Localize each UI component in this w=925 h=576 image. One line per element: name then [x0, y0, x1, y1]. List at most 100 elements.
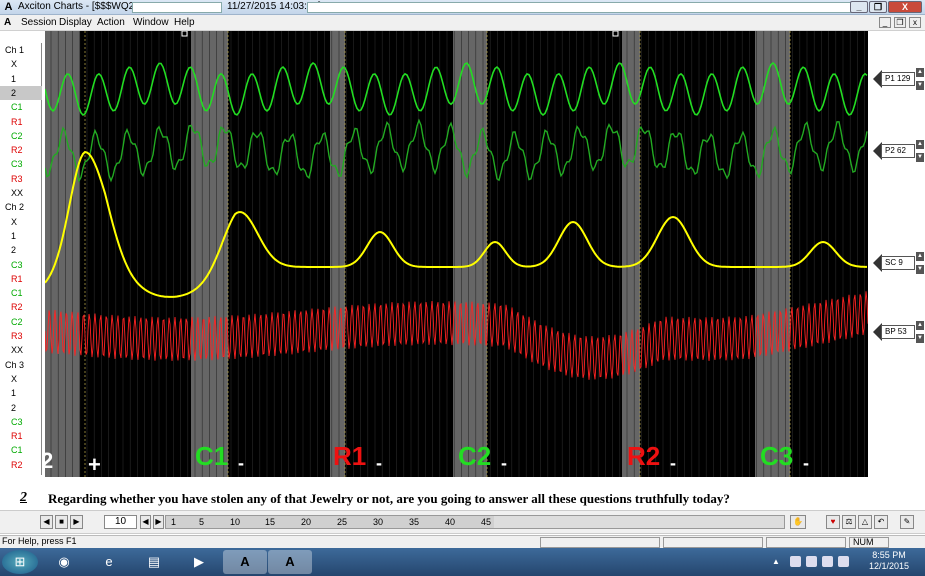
menu-help[interactable]: Help — [174, 17, 195, 28]
channel-item[interactable]: R3 — [0, 172, 42, 186]
down-arrow-icon[interactable]: ▼ — [916, 153, 924, 162]
channel-item[interactable]: 1 — [0, 229, 42, 243]
up-arrow-icon[interactable]: ▲ — [916, 321, 924, 330]
axciton-taskbar-button-2[interactable]: A — [268, 550, 312, 574]
balance-icon[interactable]: ⚖ — [842, 515, 856, 529]
answer-label: - — [238, 453, 244, 473]
menu-window[interactable]: Window — [133, 17, 169, 28]
channel-item[interactable]: C3 — [0, 157, 42, 171]
channel-item[interactable]: R1 — [0, 115, 42, 129]
channel-item[interactable]: X — [0, 57, 42, 71]
answer-label: - — [376, 453, 382, 473]
tray-volume-icon[interactable] — [806, 556, 817, 567]
channel-item[interactable]: C2 — [0, 129, 42, 143]
down-arrow-icon[interactable]: ▼ — [916, 81, 924, 90]
tray-flag-icon[interactable] — [822, 556, 833, 567]
restore-button[interactable]: ❐ — [869, 1, 887, 13]
channel-item[interactable]: R2 — [0, 300, 42, 314]
channel-item[interactable]: C1 — [0, 286, 42, 300]
zoom-down-button[interactable]: ◀ — [140, 515, 151, 529]
channel-item[interactable]: X — [0, 372, 42, 386]
triangle-icon[interactable]: △ — [858, 515, 872, 529]
timeline-tick: 5 — [199, 517, 205, 527]
channel-item[interactable]: R2 — [0, 143, 42, 157]
chrome-icon[interactable]: ◉ — [47, 550, 81, 574]
channel-item[interactable]: C3 — [0, 258, 42, 272]
num-lock-indicator: NUM — [849, 537, 889, 548]
media-player-icon[interactable]: ▶ — [182, 550, 216, 574]
axciton-app-icon[interactable]: A — [2, 1, 15, 13]
channel-header[interactable]: Ch 1 — [0, 43, 42, 57]
sensor-sc-label[interactable]: SC 9 ▲ ▼ — [873, 248, 924, 278]
marker-handle — [181, 31, 188, 37]
channel-item[interactable]: XX — [0, 186, 42, 200]
event-label-r1: R1 — [333, 441, 366, 471]
child-window-icon[interactable]: A — [4, 17, 11, 28]
window-title: Axciton Charts - [$$$WQ2V# — [18, 1, 147, 12]
up-arrow-icon[interactable]: ▲ — [916, 140, 924, 149]
channel-item[interactable]: C1 — [0, 100, 42, 114]
zoom-up-button[interactable]: ▶ — [153, 515, 164, 529]
heart-score-icon[interactable]: ♥ — [826, 515, 840, 529]
channel-item[interactable]: XX — [0, 343, 42, 357]
child-minimize-button[interactable]: _ — [879, 17, 891, 28]
windows-taskbar: ⊞ ◉ e ▤ ▶ A A ▲ 8:55 PM 12/1/2015 — [0, 548, 925, 576]
tray-expand-icon[interactable]: ▲ — [772, 556, 783, 567]
start-button[interactable]: ⊞ — [2, 550, 38, 574]
file-explorer-icon[interactable]: ▤ — [137, 550, 171, 574]
channel-list: Ch 1 X 1 2 C1 R1 C2 R2 C3 R3 XX Ch 2 X 1 2 C3 R1 C1 R2 C2 R3… — [0, 43, 42, 475]
event-label-2: 2 — [45, 448, 53, 473]
sensor-bp-label[interactable]: BP 53 ▲ ▼ — [873, 317, 924, 347]
channel-item[interactable]: C2 — [0, 315, 42, 329]
channel-item[interactable]: C1 — [0, 443, 42, 457]
undo-icon[interactable]: ↶ — [874, 515, 888, 529]
menu-bar: A Session Display Action Window Help _ ❐… — [0, 15, 925, 31]
child-close-button[interactable]: x — [909, 17, 921, 28]
channel-item[interactable]: 2 — [0, 401, 42, 415]
close-button[interactable]: X — [888, 1, 922, 13]
edit-icon[interactable]: ✎ — [900, 515, 914, 529]
down-arrow-icon[interactable]: ▼ — [916, 265, 924, 274]
channel-item[interactable]: R1 — [0, 272, 42, 286]
menu-action[interactable]: Action — [97, 17, 125, 28]
minimize-button[interactable]: _ — [850, 1, 868, 13]
up-arrow-icon[interactable]: ▲ — [916, 252, 924, 261]
down-arrow-icon[interactable]: ▼ — [916, 334, 924, 343]
timeline-tick: 30 — [373, 517, 384, 527]
timeline-tick: 10 — [230, 517, 241, 527]
internet-explorer-icon[interactable]: e — [92, 550, 126, 574]
channel-item[interactable]: 2 — [0, 85, 42, 100]
channel-item[interactable]: X — [0, 215, 42, 229]
tray-app-icon[interactable] — [838, 556, 849, 567]
channel-item[interactable]: R1 — [0, 429, 42, 443]
channel-item[interactable]: R3 — [0, 329, 42, 343]
timeline-tick: 20 — [301, 517, 312, 527]
navigation-toolbar: ◀ ■ ▶ 10 ◀ ▶ 1 5 10 15 20 25 30 35 40 45… — [0, 510, 925, 534]
menu-session[interactable]: Session — [21, 17, 57, 28]
child-restore-button[interactable]: ❐ — [894, 17, 906, 28]
channel-header[interactable]: Ch 2 — [0, 200, 42, 214]
menu-display[interactable]: Display — [59, 17, 92, 28]
sensor-p1-label[interactable]: P1 129 ▲ ▼ — [873, 64, 924, 94]
polygraph-chart[interactable]: 2 + C1- R1- C2- R2- C3- — [45, 31, 868, 477]
axciton-taskbar-button[interactable]: A — [223, 550, 267, 574]
channel-header[interactable]: Ch 3 — [0, 358, 42, 372]
hand-tool-icon[interactable]: ✋ — [790, 515, 806, 529]
nav-prev-button[interactable]: ◀ — [40, 515, 53, 529]
sensor-p2-label[interactable]: P2 62 ▲ ▼ — [873, 136, 924, 166]
nav-stop-button[interactable]: ■ — [55, 515, 68, 529]
chart-canvas: 2 + C1- R1- C2- R2- C3- — [45, 31, 868, 477]
timeline-scrollbar[interactable]: 1 5 10 15 20 25 30 35 40 45 — [165, 515, 785, 529]
channel-item[interactable]: 1 — [0, 72, 42, 86]
up-arrow-icon[interactable]: ▲ — [916, 68, 924, 77]
channel-item[interactable]: 1 — [0, 386, 42, 400]
zoom-input[interactable]: 10 — [104, 515, 137, 529]
channel-item[interactable]: C3 — [0, 415, 42, 429]
tray-network-icon[interactable] — [790, 556, 801, 567]
channel-item[interactable]: 2 — [0, 243, 42, 257]
taskbar-clock[interactable]: 8:55 PM 12/1/2015 — [869, 550, 909, 572]
nav-next-button[interactable]: ▶ — [70, 515, 83, 529]
marker-handle — [612, 31, 619, 37]
channel-item[interactable]: R2 — [0, 458, 42, 472]
answer-label: - — [670, 453, 676, 473]
